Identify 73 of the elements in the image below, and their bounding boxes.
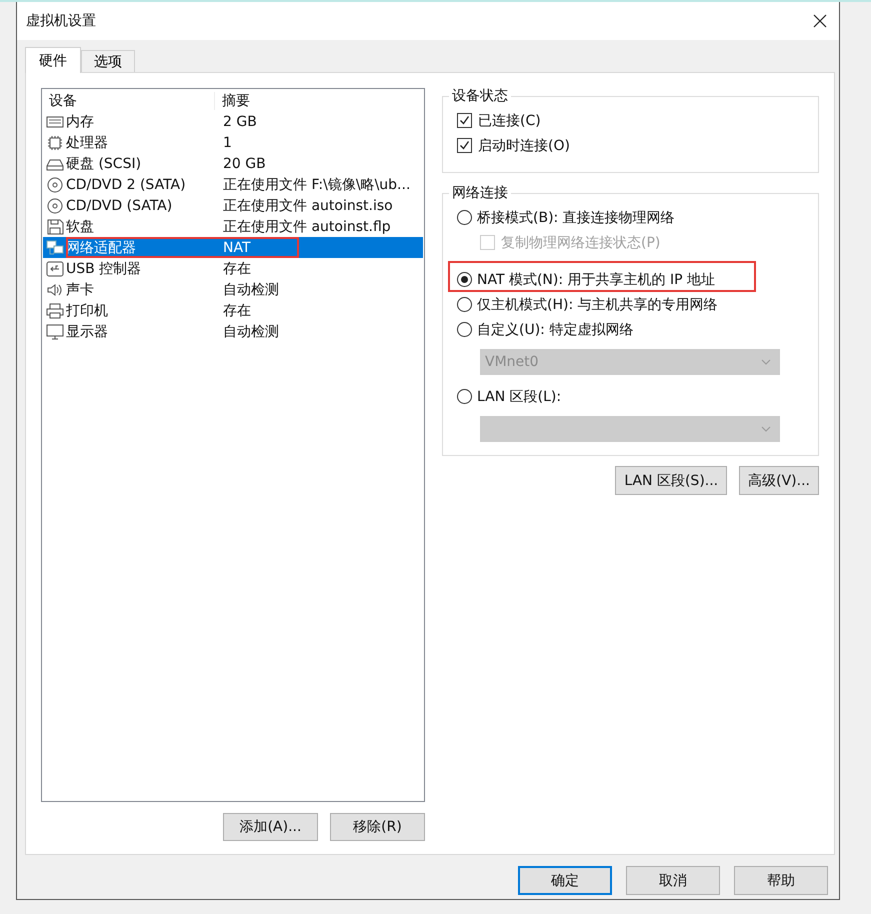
- dialog-button[interactable]: 高级(V)...: [739, 466, 819, 495]
- option-label: 自定义(U): 特定虚拟网络: [477, 320, 634, 338]
- checkbox[interactable]: [457, 113, 472, 128]
- close-icon[interactable]: [813, 14, 827, 28]
- radio-button[interactable]: [457, 389, 472, 404]
- option-label: 已连接(C): [478, 112, 541, 130]
- device-row[interactable]: CD/DVD 2 (SATA) 正在使用文件 F:\镜像\略\ub...: [43, 174, 423, 195]
- option-label: 启动时连接(O): [478, 136, 570, 154]
- device-row[interactable]: 硬盘 (SCSI) 20 GB: [43, 153, 423, 174]
- device-row[interactable]: 打印机 存在: [43, 300, 423, 321]
- device-summary: 正在使用文件 autoinst.iso: [222, 196, 393, 214]
- radio-button[interactable]: [457, 210, 472, 225]
- device-name: 声卡: [66, 280, 95, 298]
- device-row[interactable]: 软盘 正在使用文件 autoinst.flp: [43, 216, 423, 237]
- device-name: USB 控制器: [66, 260, 142, 278]
- disc-icon: [46, 176, 64, 192]
- dialog-button[interactable]: 添加(A)...: [223, 813, 318, 841]
- option-label: 仅主机模式(H): 与主机共享的专用网络: [477, 296, 718, 314]
- radio-button[interactable]: [457, 272, 472, 287]
- printer-icon: [46, 302, 64, 318]
- device-row[interactable]: 显示器 自动检测: [43, 321, 423, 342]
- device-name: 处理器: [66, 134, 109, 152]
- option-label: 复制物理网络连接状态(P): [501, 234, 660, 252]
- dialog-button[interactable]: 帮助: [734, 866, 828, 895]
- device-row[interactable]: USB 控制器 存在: [43, 258, 423, 279]
- radio-button[interactable]: [457, 322, 472, 337]
- caret-icon: [761, 359, 771, 365]
- device-summary: 1: [222, 134, 232, 150]
- group-title: 设备状态: [449, 87, 511, 105]
- device-name: 显示器: [66, 322, 109, 340]
- tab[interactable]: 选项: [81, 50, 135, 72]
- dialog-button[interactable]: 移除(R): [330, 813, 425, 841]
- device-summary: 正在使用文件 autoinst.flp: [222, 218, 391, 236]
- chip-icon: [46, 134, 64, 150]
- device-summary: 自动检测: [222, 322, 279, 340]
- device-name: 内存: [66, 112, 95, 130]
- device-summary: 2 GB: [222, 114, 257, 130]
- device-summary: 存在: [222, 302, 251, 320]
- dialog-button[interactable]: LAN 区段(S)...: [615, 466, 728, 495]
- device-row[interactable]: 处理器 1: [43, 132, 423, 153]
- checkbox[interactable]: [457, 138, 472, 153]
- device-summary: 正在使用文件 F:\镜像\略\ub...: [222, 176, 410, 194]
- memory-icon: [46, 114, 64, 130]
- option-label: NAT 模式(N): 用于共享主机的 IP 地址: [477, 270, 715, 288]
- device-row[interactable]: 内存 2 GB: [43, 111, 423, 132]
- device-name: 打印机: [66, 302, 109, 320]
- device-name: 软盘: [66, 218, 95, 236]
- radio-button[interactable]: [457, 297, 472, 312]
- group-title: 网络连接: [449, 184, 511, 202]
- dialog-button[interactable]: 取消: [626, 866, 720, 895]
- device-summary: NAT: [222, 240, 251, 256]
- dialog-button[interactable]: 确定: [518, 866, 612, 895]
- device-name: CD/DVD 2 (SATA): [66, 176, 187, 192]
- device-name: CD/DVD (SATA): [66, 198, 174, 214]
- option-label: LAN 区段(L):: [477, 388, 562, 406]
- speaker-icon: [46, 282, 64, 298]
- column-header[interactable]: 设备: [43, 92, 215, 110]
- device-row[interactable]: 声卡 自动检测: [43, 279, 423, 300]
- usb-icon: [46, 260, 64, 276]
- device-name: 硬盘 (SCSI): [66, 154, 142, 172]
- disc-icon: [46, 198, 64, 214]
- tab[interactable]: 硬件: [25, 47, 81, 73]
- device-summary: 存在: [222, 260, 251, 278]
- network-icon: [46, 240, 64, 256]
- column-header[interactable]: 摘要: [215, 92, 250, 110]
- device-row[interactable]: CD/DVD (SATA) 正在使用文件 autoinst.iso: [43, 195, 423, 216]
- caret-icon: [761, 426, 771, 432]
- device-summary: 自动检测: [222, 280, 279, 298]
- monitor-icon: [46, 324, 64, 340]
- window-title: 虚拟机设置: [26, 12, 96, 30]
- device-summary: 20 GB: [222, 156, 266, 172]
- option-label: 桥接模式(B): 直接连接物理网络: [477, 208, 675, 226]
- floppy-icon: [46, 218, 64, 234]
